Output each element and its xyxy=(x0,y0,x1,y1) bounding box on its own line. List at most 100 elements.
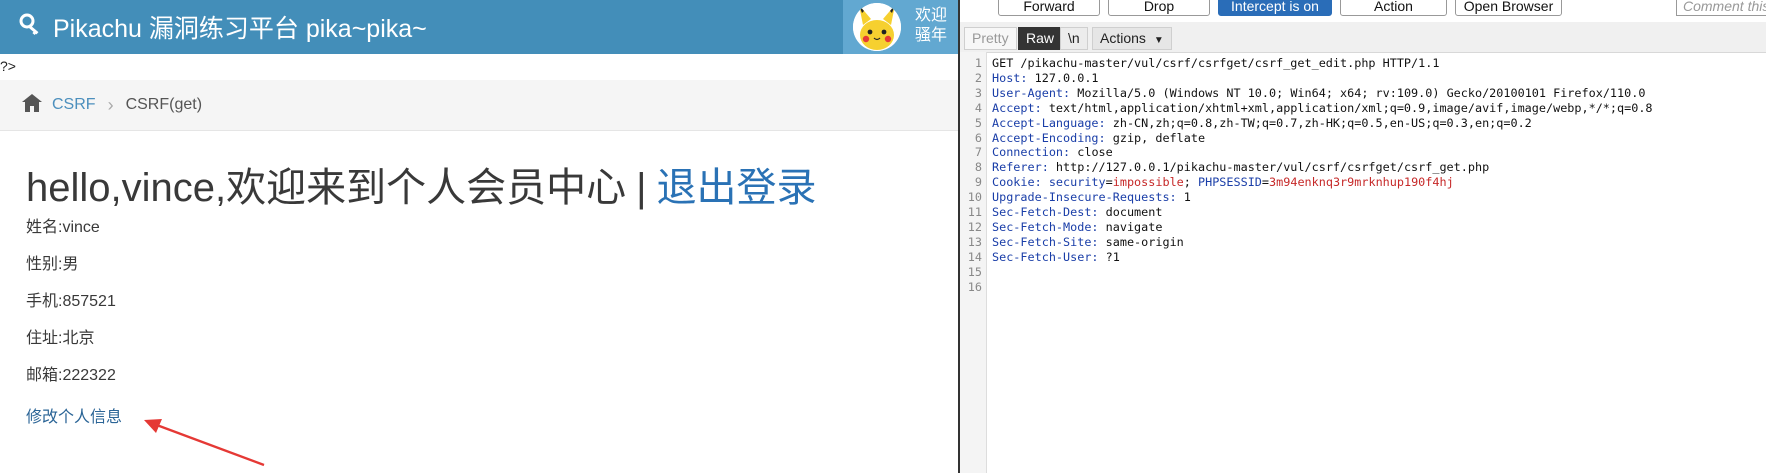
breadcrumb-csrf-link[interactable]: CSRF xyxy=(52,96,96,114)
cookie-name: security xyxy=(1041,175,1106,190)
header-name: Sec-Fetch-User: xyxy=(992,249,1099,264)
header-name: User-Agent: xyxy=(992,85,1071,100)
request-line: 14 Sec-Fetch-User: ?1 xyxy=(960,250,1653,265)
red-arrow-annotation xyxy=(144,419,265,467)
request-line: 16 xyxy=(960,280,1653,295)
actions-label: Actions xyxy=(1100,30,1146,46)
forward-button[interactable]: Forward xyxy=(998,0,1100,16)
header-value: gzip, deflate xyxy=(1105,130,1206,145)
actions-dropdown[interactable]: Actions ▼ xyxy=(1092,27,1172,50)
browser-page: Pikachu 漏洞练习平台 pika~pika~ 欢迎 骚年 ?> CSRF … xyxy=(0,0,960,473)
header-value: text/html,application/xhtml+xml,applicat… xyxy=(1041,100,1653,115)
line-text: Sec-Fetch-Site: same-origin xyxy=(986,235,1184,250)
request-line: 10 Upgrade-Insecure-Requests: 1 xyxy=(960,190,1653,205)
request-line: 8 Referer: http://127.0.0.1/pikachu-maste… xyxy=(960,160,1653,175)
php-tag-text: ?> xyxy=(0,58,16,74)
request-line: 15 xyxy=(960,265,1653,280)
line-text xyxy=(986,280,999,295)
line-number: 12 xyxy=(967,219,982,234)
cookie-equals: = xyxy=(1105,175,1113,190)
request-line: 11 Sec-Fetch-Dest: document xyxy=(960,205,1653,220)
tab-newline[interactable]: \n xyxy=(1060,27,1088,50)
header-value: document xyxy=(1098,205,1163,220)
heading-separator: | xyxy=(636,166,647,210)
cookie-equals: = xyxy=(1261,175,1270,190)
profile-name: 姓名:vince xyxy=(26,219,100,236)
line-number: 14 xyxy=(967,249,982,264)
header-name: Upgrade-Insecure-Requests: xyxy=(992,190,1177,205)
request-line: 3 User-Agent: Mozilla/5.0 (Windows NT 10.… xyxy=(960,86,1653,101)
header-name: Accept-Encoding: xyxy=(992,130,1106,145)
line-text: Referer: http://127.0.0.1/pikachu-master… xyxy=(986,160,1489,175)
user-menu[interactable]: 欢迎 骚年 xyxy=(843,0,960,54)
request-line: 13 Sec-Fetch-Site: same-origin xyxy=(960,235,1653,250)
header-name: Sec-Fetch-Mode: xyxy=(992,219,1099,234)
request-line: 4 Accept: text/html,application/xhtml+xml… xyxy=(960,101,1653,116)
line-text: Sec-Fetch-Mode: navigate xyxy=(986,220,1162,235)
site-brand[interactable]: Pikachu 漏洞练习平台 pika~pika~ xyxy=(19,0,427,54)
message-view-tabs: Pretty Raw \n Actions ▼ xyxy=(960,22,1766,53)
pikachu-avatar xyxy=(853,3,901,51)
member-center: hello,vince,欢迎来到个人会员中心 | 退出登录 姓名:vince 性别:… xyxy=(26,160,817,427)
request-line: 7 Connection: close xyxy=(960,145,1653,160)
header-name: Connection: xyxy=(992,145,1071,160)
line-number: 15 xyxy=(967,264,982,279)
site-title: Pikachu 漏洞练习平台 pika~pika~ xyxy=(53,15,427,43)
cookie-name: PHPSESSID xyxy=(1190,175,1262,190)
header-name: Accept-Language: xyxy=(992,115,1106,130)
tab-raw[interactable]: Raw xyxy=(1018,27,1063,50)
profile-address: 住址:北京 xyxy=(26,330,95,347)
cookie-value: impossible xyxy=(1112,175,1184,190)
home-icon[interactable] xyxy=(22,93,42,117)
header-name: Referer: xyxy=(992,160,1049,175)
header-name: Sec-Fetch-Dest: xyxy=(992,205,1099,220)
line-number: 7 xyxy=(974,145,982,160)
line-number: 6 xyxy=(974,130,982,145)
header-name: Sec-Fetch-Site: xyxy=(992,234,1099,249)
breadcrumb-current: CSRF(get) xyxy=(125,96,203,113)
line-text: Upgrade-Insecure-Requests: 1 xyxy=(986,190,1191,205)
open-browser-button[interactable]: Open Browser xyxy=(1455,0,1562,16)
header-name: Cookie: xyxy=(992,175,1042,190)
request-line: 2 Host: 127.0.0.1 xyxy=(960,71,1653,86)
site-header: Pikachu 漏洞练习平台 pika~pika~ 欢迎 骚年 xyxy=(0,0,960,54)
header-value: close xyxy=(1070,145,1113,160)
drop-button[interactable]: Drop xyxy=(1108,0,1210,16)
profile-gender: 性别:男 xyxy=(26,256,79,273)
edit-profile-link[interactable]: 修改个人信息 xyxy=(26,403,122,427)
line-number: 4 xyxy=(974,100,982,115)
logout-link[interactable]: 退出登录 xyxy=(657,166,817,210)
header-value: 1 xyxy=(1176,190,1191,205)
line-number: 16 xyxy=(967,279,982,294)
line-text: Host: 127.0.0.1 xyxy=(986,71,1099,86)
request-line: 5 Accept-Language: zh-CN,zh;q=0.8,zh-TW;q… xyxy=(960,116,1653,131)
request-editor[interactable]: 1 GET /pikachu-master/vul/csrf/csrfget/cs… xyxy=(960,52,1766,473)
request-lines: 1 GET /pikachu-master/vul/csrf/csrfget/cs… xyxy=(960,56,1653,295)
greeting-text: hello,vince,欢迎来到个人会员中心 xyxy=(26,166,627,210)
request-line-text: GET /pikachu-master/vul/csrf/csrfget/csr… xyxy=(992,56,1440,70)
line-number: 9 xyxy=(974,175,982,190)
intercept-toggle-button[interactable]: Intercept is on xyxy=(1218,0,1332,16)
header-value: http://127.0.0.1/pikachu-master/vul/csrf… xyxy=(1048,160,1490,175)
tab-pretty[interactable]: Pretty xyxy=(964,27,1017,50)
header-value: ?1 xyxy=(1098,249,1120,264)
request-line: 6 Accept-Encoding: gzip, deflate xyxy=(960,131,1653,146)
line-number: 10 xyxy=(967,190,982,205)
cookie-separator: ; xyxy=(1183,175,1191,190)
welcome-text: 欢迎 骚年 xyxy=(915,6,947,46)
line-number: 3 xyxy=(974,85,982,100)
burp-proxy-pane: Forward Drop Intercept is on Action Open… xyxy=(960,0,1766,473)
header-value: 127.0.0.1 xyxy=(1027,70,1099,85)
breadcrumb: CSRF › CSRF(get) xyxy=(0,80,960,131)
welcome-line-1: 欢迎 xyxy=(915,7,948,24)
comment-input[interactable]: Comment this xyxy=(1676,0,1766,16)
line-text xyxy=(986,265,999,280)
line-text: Accept-Language: zh-CN,zh;q=0.8,zh-TW;q=… xyxy=(986,116,1532,131)
line-number: 5 xyxy=(974,115,982,130)
line-text: Sec-Fetch-Dest: document xyxy=(986,205,1162,220)
line-text: Accept-Encoding: gzip, deflate xyxy=(986,131,1205,146)
line-text: GET /pikachu-master/vul/csrf/csrfget/csr… xyxy=(986,56,1439,71)
line-text: Cookie: security=impossible; PHPSESSID=3… xyxy=(986,175,1454,190)
line-number: 8 xyxy=(974,160,982,175)
action-button[interactable]: Action xyxy=(1340,0,1447,16)
